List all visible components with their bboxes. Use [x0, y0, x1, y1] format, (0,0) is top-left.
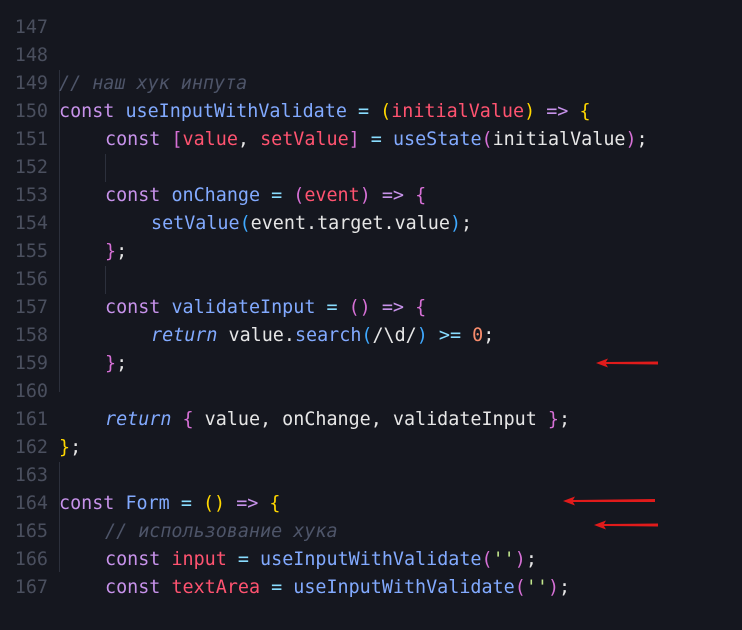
code-line: 157 return value.search(/\d/) >= 0; [0, 266, 742, 346]
code-line: 147 [0, 0, 742, 38]
code-editor[interactable]: 147 148 // наш хук инпута 149 const useI… [0, 0, 742, 598]
code-line: 152 const onChange = (event) => { [0, 126, 742, 206]
code-line: 159 [0, 322, 742, 374]
code-line: 148 // наш хук инпута [0, 14, 742, 94]
annotation-arrow-icon [594, 520, 658, 530]
semicolon: ; [559, 577, 571, 598]
code-line: 153 setValue(event.target.value); [0, 154, 742, 234]
code-line: 154 }; [0, 182, 742, 262]
paren: ) [547, 577, 560, 598]
line-number: 167 [14, 577, 48, 598]
string: '' [525, 577, 548, 598]
code-line: 155 [0, 210, 742, 262]
variable: textArea [171, 577, 261, 598]
operator: = [260, 577, 294, 598]
code-line: 158 }; [0, 294, 742, 374]
code-line: 162 [0, 406, 742, 458]
keyword: const [105, 577, 161, 598]
code-line: 150 const [value, setValue] = useState(i… [0, 70, 742, 150]
annotation-arrow-icon [563, 496, 655, 506]
code-line: 156 const validateInput = () => { [0, 238, 742, 318]
function-call: useInputWithValidate [293, 577, 515, 598]
code-line: 161 }; [0, 378, 742, 458]
code-line: 163 const Form = () => { [0, 434, 742, 514]
annotation-arrow-icon [596, 358, 658, 368]
paren: ( [514, 577, 526, 598]
code-text: const textArea = useInputWithValidate(''… [105, 574, 570, 602]
code-line: 167 [0, 546, 742, 598]
code-line: 149 const useInputWithValidate = (initia… [0, 42, 742, 122]
code-line: 151 [0, 98, 742, 150]
code-line: 164 // использование хука [0, 462, 742, 542]
